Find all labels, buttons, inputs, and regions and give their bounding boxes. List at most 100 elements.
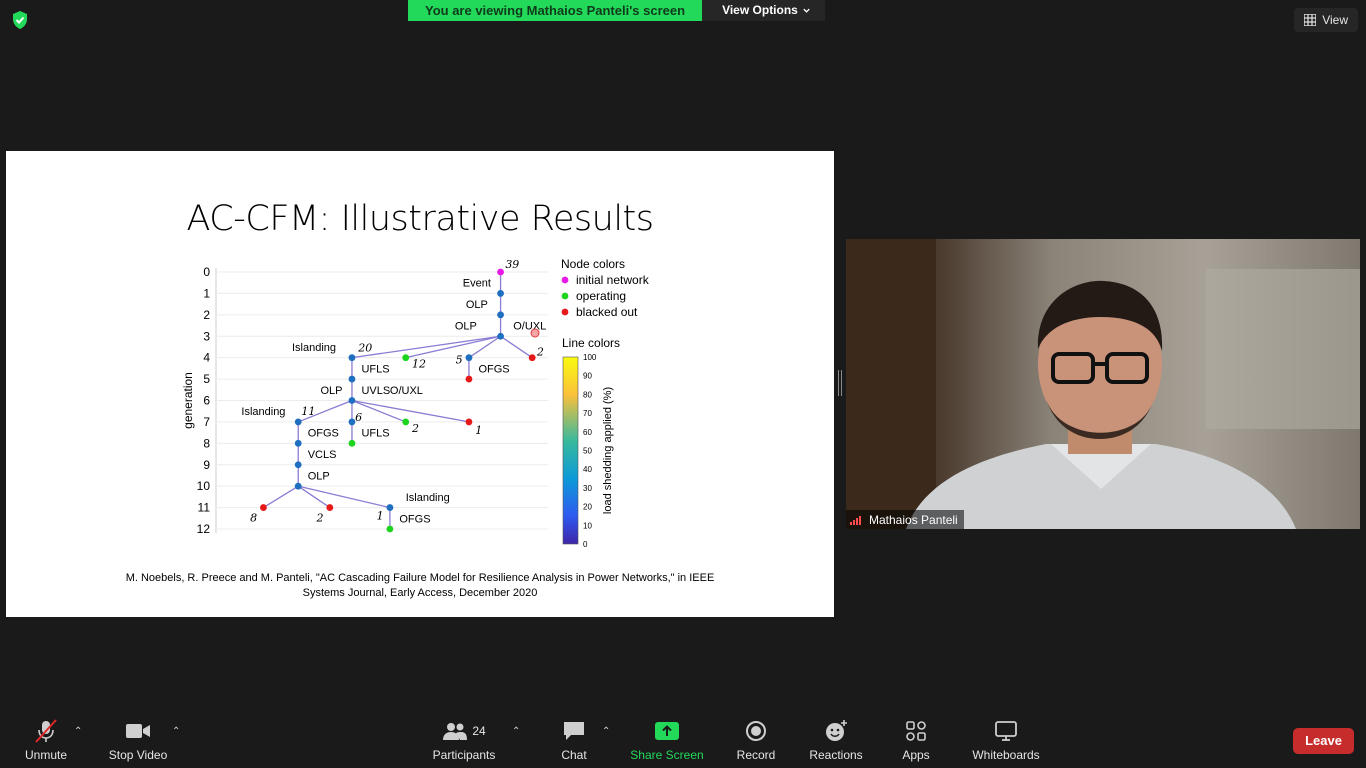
tree-annotation: 2	[411, 422, 419, 435]
legend-marker	[561, 308, 569, 316]
y-axis-label: generation	[181, 372, 195, 429]
apps-grid-icon	[906, 721, 926, 741]
node-legend-title: Node colors	[561, 257, 625, 271]
video-camera-icon	[126, 724, 150, 738]
record-icon	[746, 721, 766, 741]
tree-annotation: Event	[463, 278, 491, 290]
apps-button[interactable]: Apps	[888, 712, 944, 768]
colorbar-tick-label: 80	[583, 390, 592, 399]
y-tick-label: 6	[203, 394, 210, 408]
security-shield-icon[interactable]	[10, 10, 30, 30]
tree-annotation: OLP	[466, 299, 488, 311]
tree-annotation: OLP	[455, 321, 477, 333]
tree-node	[465, 375, 473, 383]
tree-node	[465, 354, 473, 362]
tree-annotation: Islanding	[292, 342, 336, 354]
stop-video-button[interactable]: Stop Video	[102, 712, 174, 768]
whiteboards-button[interactable]: Whiteboards	[966, 712, 1046, 768]
stop-video-label: Stop Video	[108, 748, 168, 762]
legend-marker	[561, 292, 569, 300]
leave-button[interactable]: Leave	[1293, 728, 1354, 754]
tree-annotation: UVLS	[361, 385, 390, 397]
participant-name: Mathaios Panteli	[869, 512, 958, 527]
y-tick-label: 1	[203, 286, 210, 300]
reactions-button[interactable]: Reactions	[804, 712, 868, 768]
tree-edge	[405, 335, 501, 359]
share-screen-button[interactable]: Share Screen	[628, 712, 706, 768]
chat-options-caret-icon[interactable]: ⌃	[602, 726, 610, 737]
tree-node	[294, 418, 302, 426]
chat-button[interactable]: Chat	[546, 712, 602, 768]
tree-annotation: Islanding	[241, 406, 285, 418]
participants-icon	[443, 723, 468, 740]
colorbar-tick-label: 70	[583, 409, 592, 418]
tree-node	[497, 311, 504, 319]
tree-edge	[351, 335, 501, 359]
participants-count: 24	[472, 724, 486, 738]
tree-node	[348, 439, 356, 447]
tree-annotation: 20	[357, 342, 372, 355]
participant-video[interactable]	[846, 239, 1360, 529]
legend-entry-label: initial network	[576, 273, 650, 287]
tree-node	[528, 354, 536, 362]
y-tick-label: 12	[197, 522, 211, 536]
colorbar-tick-label: 30	[583, 484, 592, 493]
y-tick-label: 3	[203, 329, 210, 343]
smiley-add-icon	[826, 720, 847, 741]
unmute-label: Unmute	[24, 748, 68, 762]
tree-node	[294, 482, 302, 490]
laser-pointer-icon	[530, 328, 540, 338]
citation-line-1: M. Noebels, R. Preece and M. Panteli, "A…	[125, 572, 715, 584]
grid-view-icon	[1304, 14, 1317, 26]
tree-node	[402, 354, 410, 362]
participant-name-tag: Mathaios Panteli	[846, 510, 964, 529]
colorbar-tick-label: 100	[583, 353, 597, 362]
reactions-label: Reactions	[809, 748, 863, 762]
tree-edge	[351, 399, 470, 423]
tree-annotation: 5	[456, 354, 463, 367]
tree-annotation: O/UXL	[513, 321, 546, 333]
tree-annotation: OLP	[320, 385, 342, 397]
view-options-button[interactable]: View Options	[702, 0, 825, 21]
tree-node	[465, 418, 473, 426]
y-tick-label: 10	[197, 479, 211, 493]
tree-annotation: 1	[377, 510, 384, 523]
colorbar-axis-label: load shedding applied (%)	[602, 387, 614, 514]
tree-annotation: 39	[505, 258, 519, 271]
panel-resize-handle[interactable]	[838, 370, 842, 396]
chevron-down-icon	[803, 8, 810, 13]
record-button[interactable]: Record	[728, 712, 784, 768]
microphone-muted-icon	[35, 719, 57, 743]
tree-annotation: OFGS	[478, 363, 509, 375]
participants-button[interactable]: 24 Participants	[428, 712, 500, 768]
y-tick-label: 5	[203, 372, 210, 386]
chat-bubble-icon	[564, 722, 584, 740]
colorbar-tick-label: 60	[583, 428, 592, 437]
tree-annotation: 2	[316, 512, 324, 525]
participants-options-caret-icon[interactable]: ⌃	[512, 726, 520, 737]
y-tick-label: 11	[198, 501, 211, 515]
tree-annotation: OFGS	[399, 513, 430, 525]
tree-edge	[263, 485, 299, 509]
share-screen-label: Share Screen	[630, 748, 704, 762]
apps-label: Apps	[902, 748, 930, 762]
view-button[interactable]: View	[1294, 8, 1358, 32]
colorbar-tick-label: 0	[583, 540, 588, 549]
tree-node	[260, 504, 267, 511]
tree-annotation: 2	[536, 346, 544, 359]
citation-line-2: Systems Journal, Early Access, December …	[302, 587, 538, 599]
tree-node	[386, 525, 394, 533]
tree-annotation: 12	[412, 358, 426, 371]
y-tick-label: 8	[203, 436, 210, 450]
colorbar-tick-label: 50	[583, 447, 592, 456]
tree-node	[497, 290, 504, 297]
unmute-button[interactable]: Unmute	[14, 712, 78, 768]
cascade-tree-chart: 0123456789101112generation39EventOLPOLP O…	[181, 257, 650, 549]
audio-options-caret-icon[interactable]: ⌃	[74, 726, 82, 737]
tree-node	[348, 397, 356, 404]
video-options-caret-icon[interactable]: ⌃	[172, 726, 180, 737]
view-options-label: View Options	[722, 3, 798, 17]
chat-label: Chat	[561, 748, 587, 762]
tree-node	[497, 268, 504, 276]
legend-entry-label: blacked out	[576, 305, 638, 319]
